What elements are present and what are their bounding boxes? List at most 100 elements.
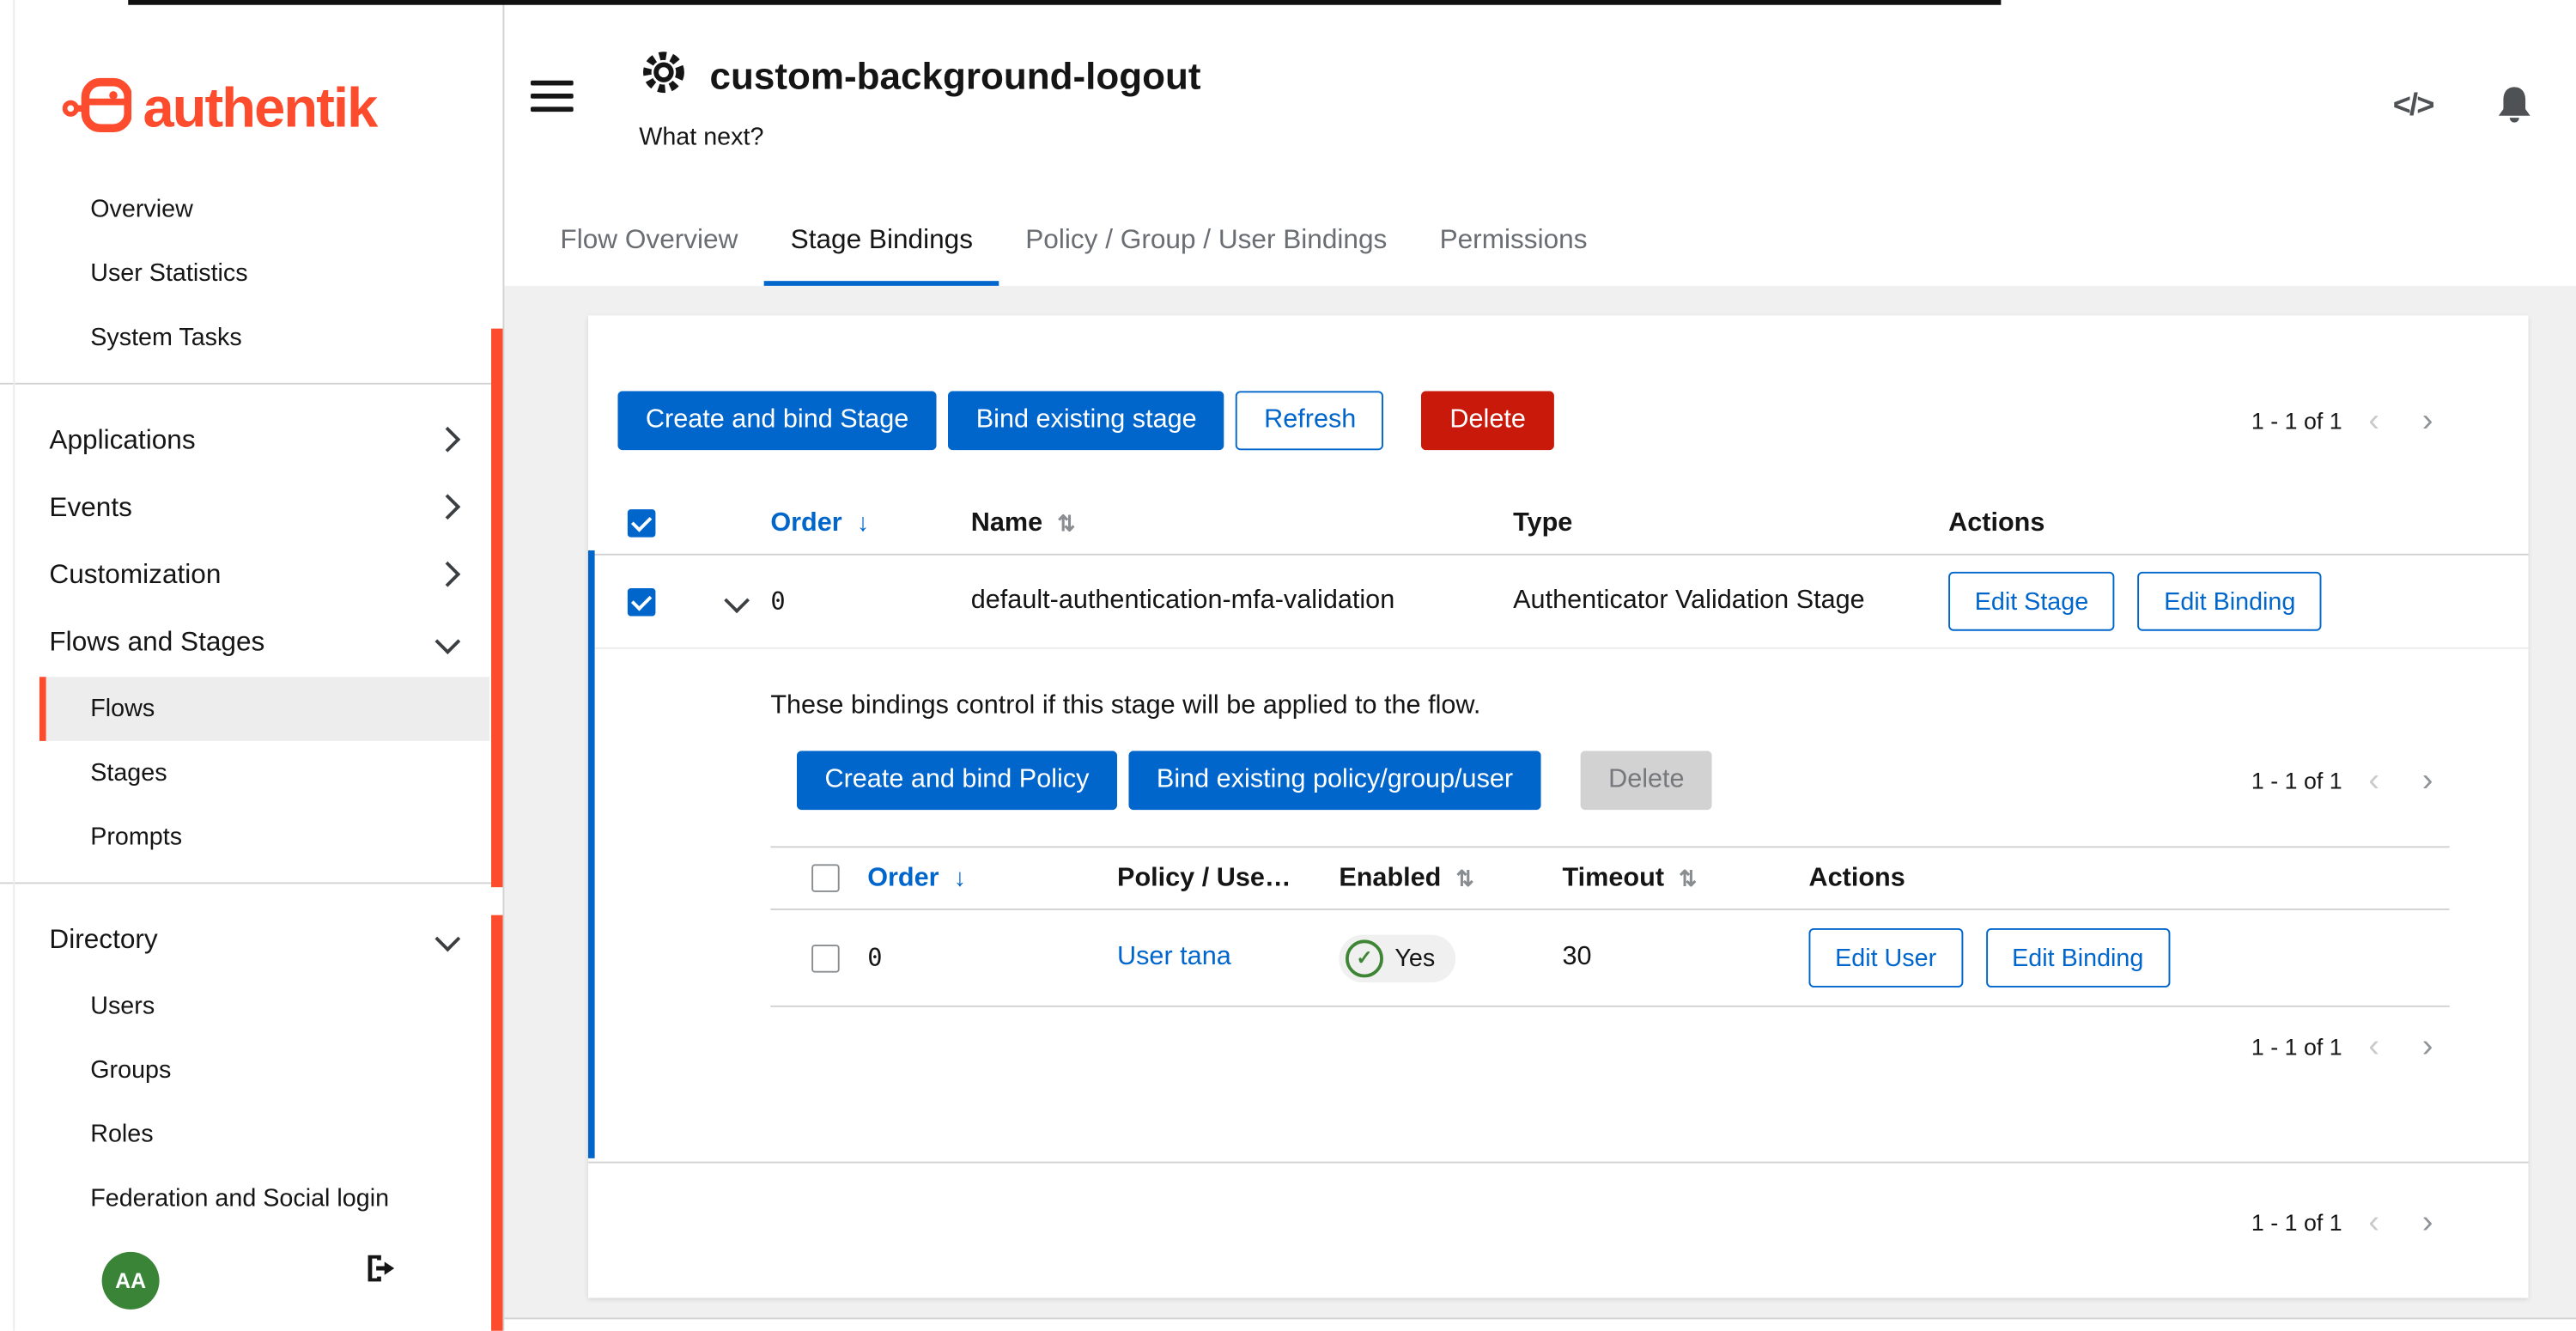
row-checkbox[interactable]: [628, 587, 656, 616]
bind-existing-stage-button[interactable]: Bind existing stage: [948, 391, 1224, 450]
tab-flow-overview[interactable]: Flow Overview: [534, 199, 764, 286]
edit-binding-button[interactable]: Edit Binding: [2138, 572, 2322, 631]
pagination-prev-button[interactable]: ‹: [2352, 1030, 2396, 1063]
sort-icon[interactable]: ⇅: [1679, 865, 1697, 891]
menu-toggle-button[interactable]: [531, 81, 577, 117]
sidebar-item-federation[interactable]: Federation and Social login: [0, 1166, 502, 1231]
pagination-bottom: 1 - 1 of 1 ‹ ›: [2251, 1206, 2450, 1238]
sidebar-item-system-tasks[interactable]: System Tasks: [0, 306, 502, 370]
sidebar-item-flows[interactable]: Flows: [39, 677, 489, 741]
tab-bar: Flow Overview Stage Bindings Policy / Gr…: [504, 199, 2576, 286]
sidebar-item-prompts[interactable]: Prompts: [0, 805, 502, 870]
sidebar-group-directory[interactable]: Directory: [0, 907, 502, 974]
create-and-bind-stage-button[interactable]: Create and bind Stage: [617, 391, 936, 450]
row-checkbox[interactable]: [811, 944, 840, 972]
pagination-next-button[interactable]: ›: [2406, 1030, 2450, 1063]
chevron-down-icon: [434, 926, 460, 951]
delete-button[interactable]: Delete: [1422, 391, 1554, 450]
sidebar-item-user-statistics[interactable]: User Statistics: [0, 241, 502, 306]
column-header-enabled[interactable]: Enabled ⇅: [1339, 863, 1562, 892]
tab-policy-group-user-bindings[interactable]: Policy / Group / User Bindings: [999, 199, 1413, 286]
bind-existing-policy-button[interactable]: Bind existing policy/group/user: [1128, 751, 1540, 810]
sidebar-group-applications[interactable]: Applications: [0, 407, 502, 474]
select-all-checkbox[interactable]: [811, 864, 840, 892]
select-all-checkbox[interactable]: [628, 509, 656, 538]
sidebar-item-roles[interactable]: Roles: [0, 1103, 502, 1167]
policy-binding-row: 0 User tana ✓ Yes 30 Edit User Edit Bind…: [770, 910, 2449, 1007]
sidebar-item-label: Stages: [90, 759, 167, 787]
sidebar-divider: [0, 882, 502, 884]
column-header-timeout[interactable]: Timeout ⇅: [1563, 863, 1809, 892]
cell-actions: Edit User Edit Binding: [1809, 928, 2450, 988]
column-header-order[interactable]: Order ↓: [867, 863, 1117, 892]
delete-policy-binding-button[interactable]: Delete: [1581, 751, 1713, 810]
sidebar-item-groups[interactable]: Groups: [0, 1038, 502, 1103]
sidebar-group-flows-and-stages[interactable]: Flows and Stages: [0, 610, 502, 677]
sidebar-scrollbar-top[interactable]: [491, 329, 502, 888]
cell-actions: Edit Stage Edit Binding: [1948, 572, 2528, 631]
sort-icon[interactable]: ⇅: [1057, 510, 1075, 537]
column-header-order[interactable]: Order ↓: [770, 508, 970, 538]
inner-pagination-top: 1 - 1 of 1 ‹ ›: [2251, 764, 2450, 797]
column-header-name[interactable]: Name ⇅: [971, 508, 1513, 538]
column-label: Policy / User ...: [1117, 863, 1316, 892]
avatar[interactable]: AA: [102, 1251, 160, 1309]
sidebar-item-label: Groups: [90, 1056, 171, 1085]
sidebar-scrollbar-bottom[interactable]: [491, 915, 502, 1331]
sort-icon[interactable]: ⇅: [1456, 865, 1474, 891]
tab-stage-bindings[interactable]: Stage Bindings: [764, 199, 999, 286]
api-drawer-button[interactable]: </>: [2393, 88, 2433, 125]
column-header-policy-user: Policy / User ...: [1117, 863, 1339, 892]
column-label: Enabled: [1339, 863, 1441, 892]
sidebar-item-label: System Tasks: [90, 324, 241, 352]
sidebar-group-events[interactable]: Events: [0, 475, 502, 542]
edit-binding-button[interactable]: Edit Binding: [1986, 928, 2170, 988]
enabled-label: Yes: [1394, 944, 1435, 972]
pagination-label: 1 - 1 of 1: [2251, 1209, 2342, 1236]
authentik-logo[interactable]: authentik: [63, 63, 503, 155]
create-and-bind-policy-button[interactable]: Create and bind Policy: [797, 751, 1117, 810]
cell-order: 0: [770, 586, 970, 616]
edit-stage-button[interactable]: Edit Stage: [1948, 572, 2115, 631]
sidebar-nav-directory: Directory Users Groups Roles Federation …: [0, 907, 502, 1231]
sidebar: authentik Overview User Statistics Syste…: [0, 0, 504, 1331]
column-header-actions: Actions: [1809, 863, 2450, 892]
policy-user-link[interactable]: User tana: [1117, 943, 1231, 971]
sidebar-item-users[interactable]: Users: [0, 975, 502, 1039]
sidebar-item-label: Federation and Social login: [90, 1184, 389, 1212]
app-viewport: authentik Overview User Statistics Syste…: [0, 0, 2576, 1331]
pagination-prev-button[interactable]: ‹: [2352, 404, 2396, 437]
sidebar-item-label: Overview: [90, 196, 193, 224]
policy-bindings-toolbar: Create and bind Policy Bind existing pol…: [770, 751, 2449, 810]
pagination-next-button[interactable]: ›: [2406, 764, 2450, 797]
pagination-label: 1 - 1 of 1: [2251, 1033, 2342, 1060]
pagination-next-button[interactable]: ›: [2406, 404, 2450, 437]
bell-icon: [2495, 84, 2533, 131]
pagination-prev-button[interactable]: ‹: [2352, 764, 2396, 797]
tab-permissions[interactable]: Permissions: [1413, 199, 1613, 286]
pagination-prev-button[interactable]: ‹: [2352, 1206, 2396, 1238]
check-icon: ✓: [1346, 939, 1383, 976]
sidebar-group-label: Events: [49, 493, 132, 524]
sidebar-item-overview[interactable]: Overview: [0, 178, 502, 242]
sidebar-item-label: Roles: [90, 1121, 153, 1149]
pagination-next-button[interactable]: ›: [2406, 1206, 2450, 1238]
inner-pagination-bottom: 1 - 1 of 1 ‹ ›: [2251, 1030, 2450, 1063]
notifications-button[interactable]: [2495, 84, 2533, 131]
sidebar-item-label: Flows: [90, 695, 155, 723]
edit-user-button[interactable]: Edit User: [1809, 928, 1963, 988]
sidebar-item-label: User Statistics: [90, 259, 247, 288]
row-expander-button[interactable]: [702, 582, 770, 620]
authentik-logo-text: authentik: [143, 76, 376, 141]
main-area: custom-background-logout What next? </>: [504, 5, 2576, 1331]
chevron-down-icon: [723, 586, 749, 612]
column-label: Name: [971, 508, 1042, 538]
sidebar-group-customization[interactable]: Customization: [0, 542, 502, 609]
logout-button[interactable]: [363, 1252, 399, 1290]
sort-descending-icon: ↓: [954, 864, 966, 892]
expanded-row-content: These bindings control if this stage wil…: [588, 649, 2529, 1164]
code-icon: </>: [2393, 88, 2433, 125]
sidebar-item-stages[interactable]: Stages: [0, 741, 502, 805]
refresh-button[interactable]: Refresh: [1236, 391, 1384, 450]
column-header-type: Type: [1513, 508, 1948, 538]
